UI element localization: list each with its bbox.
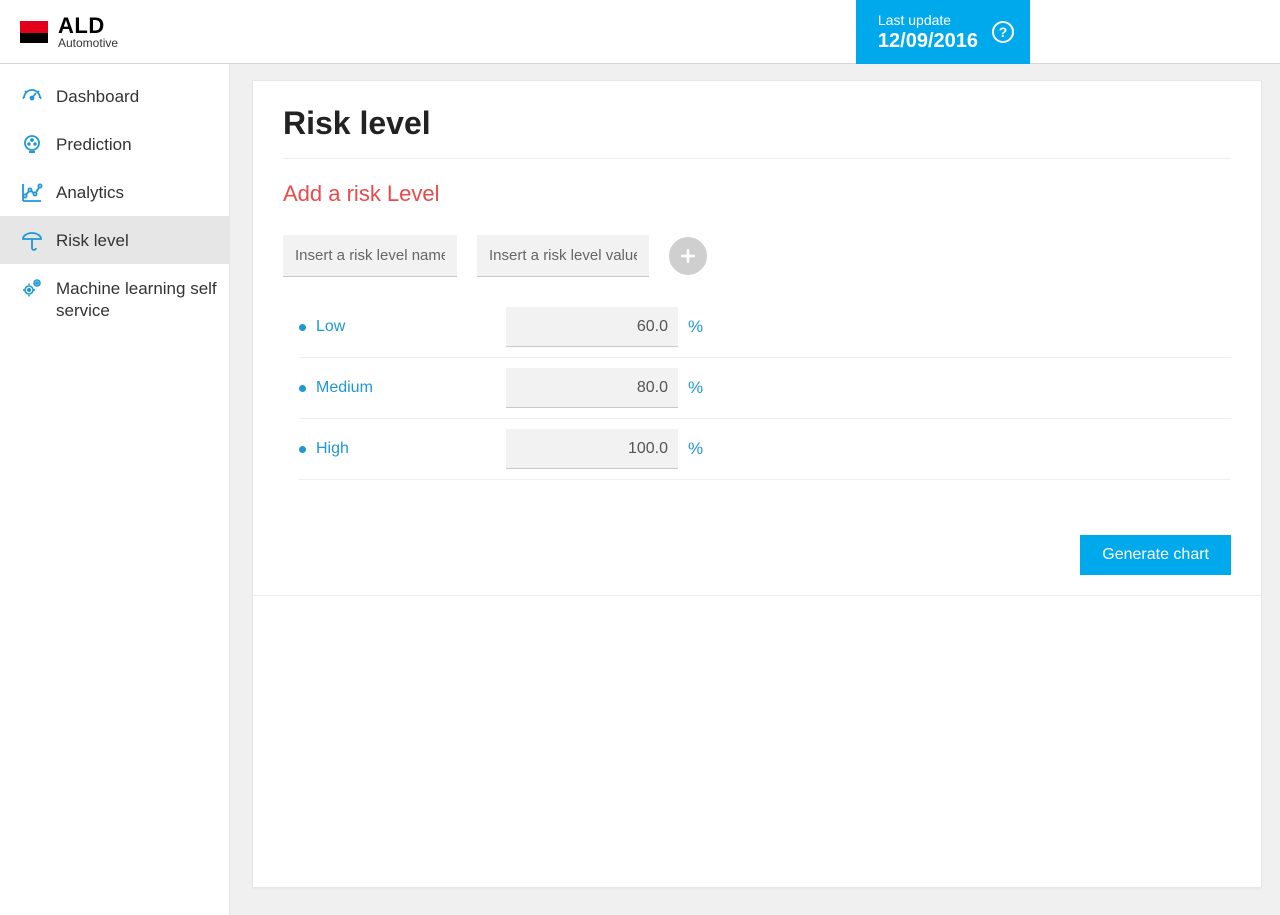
sidebar-item-label: Machine learning self service [56,276,219,322]
risk-name-input[interactable] [283,235,457,277]
section-subtitle: Add a risk Level [283,181,1231,207]
analytics-icon [18,180,46,204]
last-update-label: Last update [878,12,978,28]
risk-name-label: Medium [316,379,506,397]
percent-unit: % [688,317,703,337]
umbrella-icon [18,228,46,252]
sidebar: Dashboard Prediction [0,64,230,915]
risk-level-list: Low % Medium % High % [283,307,1231,480]
risk-name-label: High [316,440,506,458]
prediction-icon [18,132,46,156]
brand-logo: ALD Automotive [20,15,118,49]
risk-name-label: Low [316,318,506,336]
risk-row-medium: Medium % [299,358,1231,419]
sidebar-item-risk-level[interactable]: Risk level [0,216,229,264]
percent-unit: % [688,378,703,398]
risk-row-low: Low % [299,307,1231,358]
sidebar-item-label: Risk level [56,228,129,252]
sidebar-item-label: Analytics [56,180,124,204]
help-icon[interactable]: ? [992,21,1014,43]
brand-subname: Automotive [58,37,118,49]
sidebar-item-dashboard[interactable]: Dashboard [0,72,229,120]
sidebar-item-label: Dashboard [56,84,139,108]
bullet-icon [299,385,306,392]
main-area: Risk level Add a risk Level Low % [230,64,1280,915]
generate-chart-button[interactable]: Generate chart [1080,535,1231,575]
bullet-icon [299,446,306,453]
add-risk-button[interactable] [669,237,707,275]
plus-icon [678,246,698,266]
dashboard-icon [18,84,46,108]
brand-logo-mark [20,21,48,43]
risk-value-field[interactable] [506,368,678,408]
brand-logo-text: ALD Automotive [58,15,118,49]
add-risk-row [283,235,1231,277]
sidebar-item-prediction[interactable]: Prediction [0,120,229,168]
page-title: Risk level [283,105,1231,159]
gears-icon [18,276,46,300]
risk-value-field[interactable] [506,429,678,469]
bullet-icon [299,324,306,331]
panel-divider [253,595,1261,596]
sidebar-item-ml-self-service[interactable]: Machine learning self service [0,264,229,334]
risk-level-panel: Risk level Add a risk Level Low % [252,80,1262,888]
percent-unit: % [688,439,703,459]
brand-name: ALD [58,15,118,37]
risk-value-field[interactable] [506,307,678,347]
last-update-date: 12/09/2016 [878,30,978,53]
app-header: ALD Automotive Last update 12/09/2016 ? [0,0,1280,64]
sidebar-item-analytics[interactable]: Analytics [0,168,229,216]
sidebar-item-label: Prediction [56,132,132,156]
last-update-badge: Last update 12/09/2016 ? [856,0,1030,64]
risk-row-high: High % [299,419,1231,480]
risk-value-input[interactable] [477,235,649,277]
